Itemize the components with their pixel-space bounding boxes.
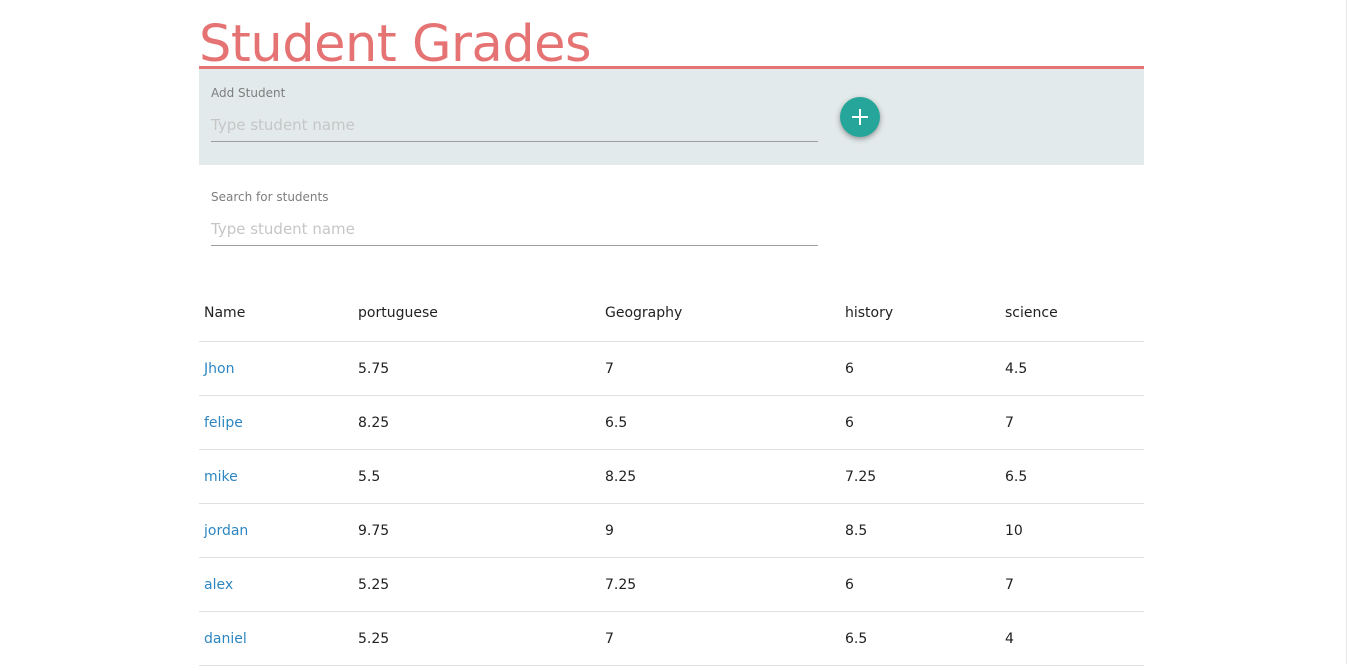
grade-geography: 9 [600,503,840,558]
grades-table: Name portuguese Geography history scienc… [199,285,1144,666]
grade-geography: 7 [600,341,840,396]
table-row: jordan 9.75 9 8.5 10 [199,503,1144,558]
table-row: felipe 8.25 6.5 6 7 [199,395,1144,450]
grade-geography: 7.25 [600,557,840,612]
search-panel: Search for students [199,165,1144,285]
grade-science: 7 [1000,557,1144,612]
grade-history: 7.25 [840,449,1000,504]
table-row: alex 5.25 7.25 6 7 [199,557,1144,612]
search-label: Search for students [211,190,329,204]
search-input[interactable] [211,212,818,246]
header-name[interactable]: Name [199,285,353,342]
grade-portuguese: 5.75 [353,341,600,396]
grade-history: 6 [840,395,1000,450]
grade-geography: 7 [600,611,840,666]
grade-history: 6.5 [840,611,1000,666]
grade-geography: 8.25 [600,449,840,504]
student-name-link[interactable]: daniel [199,611,353,666]
grade-portuguese: 5.5 [353,449,600,504]
student-name-link[interactable]: jordan [199,503,353,558]
grade-geography: 6.5 [600,395,840,450]
grade-science: 6.5 [1000,449,1144,504]
page-title: Student Grades [199,0,1144,74]
student-name-link[interactable]: Jhon [199,341,353,396]
table-row: Jhon 5.75 7 6 4.5 [199,341,1144,396]
add-student-panel: Add Student [199,69,1144,165]
header-portuguese[interactable]: portuguese [353,285,600,342]
grade-history: 8.5 [840,503,1000,558]
grade-science: 10 [1000,503,1144,558]
grade-science: 4 [1000,611,1144,666]
main-container: Student Grades Add Student Search for st… [199,0,1144,666]
add-student-input[interactable] [211,108,818,142]
add-student-field: Add Student [211,86,818,142]
search-field: Search for students [211,190,818,246]
table-row: mike 5.5 8.25 7.25 6.5 [199,449,1144,504]
student-name-link[interactable]: mike [199,449,353,504]
student-name-link[interactable]: alex [199,557,353,612]
grade-portuguese: 5.25 [353,611,600,666]
header-history[interactable]: history [840,285,1000,342]
grade-history: 6 [840,341,1000,396]
grade-portuguese: 8.25 [353,395,600,450]
grade-portuguese: 5.25 [353,557,600,612]
header-science[interactable]: science [1000,285,1144,342]
grade-portuguese: 9.75 [353,503,600,558]
grade-science: 4.5 [1000,341,1144,396]
student-name-link[interactable]: felipe [199,395,353,450]
header-geography[interactable]: Geography [600,285,840,342]
table-header-row: Name portuguese Geography history scienc… [199,285,1144,342]
grade-history: 6 [840,557,1000,612]
table-row: daniel 5.25 7 6.5 4 [199,611,1144,666]
add-student-label: Add Student [211,86,286,100]
plus-icon [852,109,868,125]
grade-science: 7 [1000,395,1144,450]
add-student-button[interactable] [840,97,880,137]
